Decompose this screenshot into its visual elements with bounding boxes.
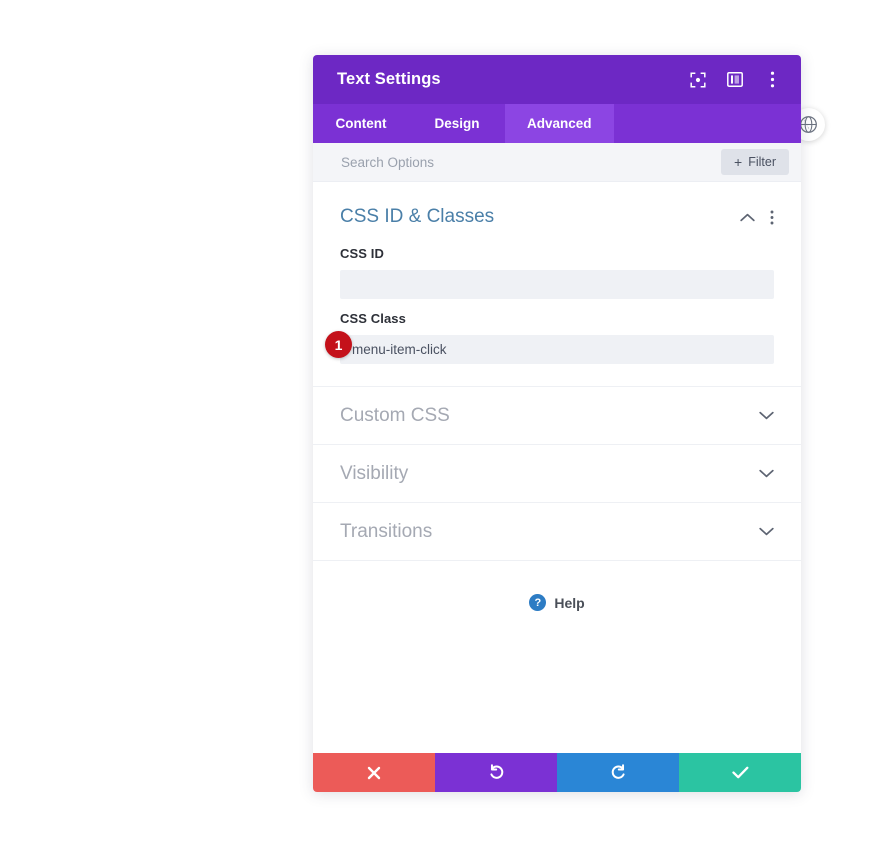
section-transitions[interactable]: Transitions — [313, 503, 801, 561]
question-mark-icon: ? — [529, 594, 547, 611]
layout-panel-icon[interactable] — [726, 71, 744, 89]
redo-arrow-icon — [610, 764, 627, 781]
settings-body: CSS ID & Classes CSS ID CSS Class 1 menu… — [313, 182, 801, 753]
focus-target-icon[interactable] — [689, 71, 707, 89]
chevron-up-icon[interactable] — [740, 213, 755, 222]
chevron-down-icon[interactable] — [759, 527, 774, 536]
panel-footer — [313, 753, 801, 792]
checkmark-icon — [731, 766, 749, 779]
section-title: Custom CSS — [340, 404, 450, 426]
help-link[interactable]: ? Help — [313, 561, 801, 611]
annotation-badge-1: 1 — [325, 331, 352, 358]
tab-advanced[interactable]: Advanced — [505, 104, 614, 143]
section-custom-css[interactable]: Custom CSS — [313, 387, 801, 445]
globe-icon — [799, 115, 818, 134]
field-label: CSS ID — [340, 246, 384, 261]
filter-button[interactable]: + Filter — [721, 149, 789, 175]
plus-icon: + — [734, 154, 743, 170]
section-title: Transitions — [340, 520, 433, 542]
section-title: CSS ID & Classes — [340, 206, 495, 227]
section-title: Visibility — [340, 462, 409, 484]
search-row: + Filter — [313, 143, 801, 182]
more-vertical-icon[interactable] — [763, 71, 781, 89]
help-label: Help — [554, 594, 585, 611]
more-vertical-icon[interactable] — [770, 210, 774, 225]
save-button[interactable] — [679, 753, 801, 792]
section-header-controls — [740, 210, 774, 225]
redo-button[interactable] — [557, 753, 679, 792]
tab-content[interactable]: Content — [313, 104, 409, 143]
css-class-input[interactable] — [340, 335, 774, 364]
tab-bar: Content Design Advanced — [313, 104, 801, 143]
undo-arrow-icon — [488, 764, 505, 781]
field-label: CSS Class — [340, 311, 406, 326]
header-icon-group — [689, 71, 781, 89]
cancel-button[interactable] — [313, 753, 435, 792]
search-input[interactable] — [341, 154, 722, 170]
text-settings-panel: Text Settings Content Design Advanced Se… — [313, 55, 801, 792]
panel-header: Text Settings — [313, 55, 801, 104]
page-title: Text Settings — [337, 70, 441, 88]
filter-button-label: Filter — [748, 155, 776, 169]
section-css-id-classes: CSS ID & Classes CSS ID CSS Class 1 menu… — [313, 182, 801, 387]
section-css-id-classes-header[interactable]: CSS ID & Classes — [313, 182, 801, 234]
chevron-down-icon[interactable] — [759, 411, 774, 420]
close-x-icon — [367, 766, 381, 780]
tab-design[interactable]: Design — [409, 104, 505, 143]
css-id-input[interactable] — [340, 270, 774, 299]
chevron-down-icon[interactable] — [759, 469, 774, 478]
section-visibility[interactable]: Visibility — [313, 445, 801, 503]
field-css-id: CSS ID — [313, 234, 801, 299]
undo-button[interactable] — [435, 753, 557, 792]
field-css-class: CSS Class 1 — [313, 299, 801, 364]
